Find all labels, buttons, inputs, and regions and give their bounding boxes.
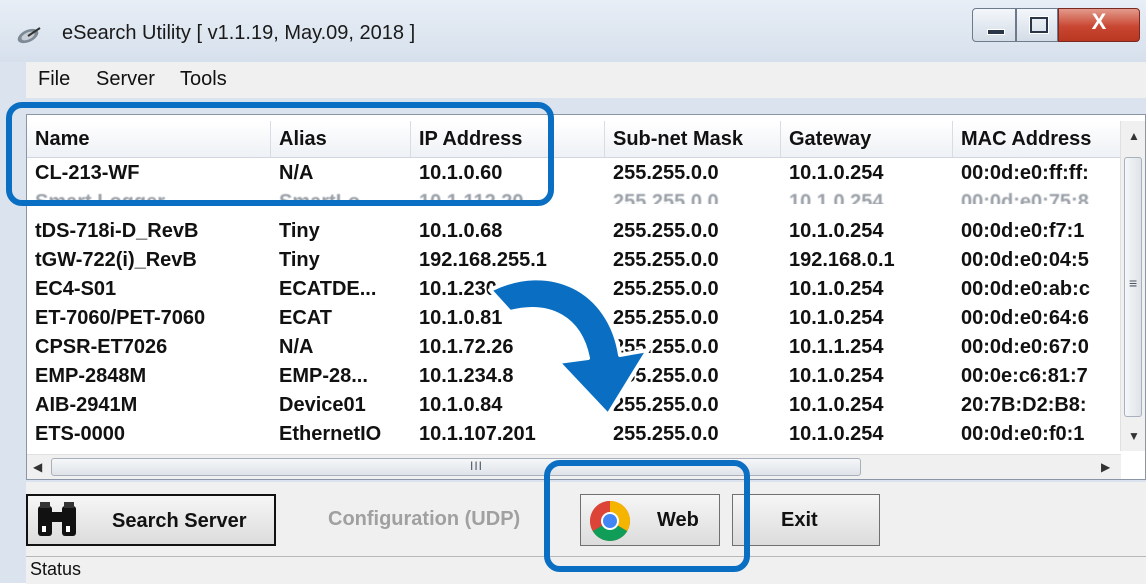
grip-icon: ≡	[1129, 275, 1138, 291]
table-cell: 10.1.0.254	[789, 191, 884, 213]
menu-bar: File Server Tools	[26, 62, 1146, 98]
table-cell: EMP-2848M	[35, 365, 147, 387]
table-cell: 00:0d:e0:ff:ff:	[961, 162, 1089, 184]
close-button[interactable]: X	[1058, 8, 1140, 42]
pointer-arrow-icon	[488, 276, 650, 417]
table-row[interactable]: ETS-0000 EthernetIO 10.1.107.201 255.255.0.…	[27, 420, 1121, 449]
table-cell: 10.1.0.254	[789, 365, 884, 387]
exit-label: Exit	[781, 509, 818, 531]
table-cell: 10.1.0.254	[789, 307, 884, 329]
scroll-right-arrow-icon[interactable]: ▶	[1101, 460, 1110, 474]
table-cell: 00:0d:e0:67:0	[961, 336, 1089, 358]
table-cell: 255.255.0.0	[613, 191, 719, 213]
menu-server[interactable]: Server	[96, 68, 155, 91]
menu-tools[interactable]: Tools	[180, 68, 227, 91]
table-cell: AIB-2941M	[35, 394, 138, 416]
highlight-web-button	[544, 460, 750, 572]
highlight-first-row	[6, 102, 554, 206]
vertical-scrollbar[interactable]: ▲ ≡ ▼	[1120, 121, 1145, 451]
satellite-dish-icon	[17, 27, 41, 44]
table-cell: 00:0d:e0:75:8	[961, 191, 1089, 213]
column-header-subnet[interactable]: Sub-net Mask	[605, 121, 781, 157]
table-cell: tDS-718i-D_RevB	[35, 220, 199, 242]
table-cell: 10.1.107.201	[419, 423, 536, 445]
configuration-button[interactable]: Configuration (UDP)	[290, 494, 540, 546]
table-cell: Tiny	[279, 249, 320, 271]
vertical-scroll-thumb[interactable]: ≡	[1124, 157, 1142, 417]
table-cell: EC4-S01	[35, 278, 117, 300]
table-row[interactable]: tDS-718i-D_RevB Tiny 10.1.0.68 255.255.0.0 1…	[27, 217, 1121, 246]
table-cell: Tiny	[279, 220, 320, 242]
table-cell: 20:7B:D2:B8:	[961, 394, 1087, 416]
column-header-gateway[interactable]: Gateway	[781, 121, 953, 157]
status-text: Status	[30, 559, 82, 579]
table-cell: 255.255.0.0	[613, 423, 719, 445]
column-header-mac[interactable]: MAC Address	[953, 121, 1121, 157]
table-cell: 10.1.0.254	[789, 278, 884, 300]
table-cell: 255.255.0.0	[613, 220, 719, 242]
maximize-button[interactable]	[1016, 8, 1058, 42]
table-cell: ECATDE...	[279, 278, 377, 300]
table-cell: 10.1.0.254	[789, 220, 884, 242]
table-cell: 00:0d:e0:64:6	[961, 307, 1089, 329]
minimize-button[interactable]	[972, 8, 1016, 42]
table-cell: EthernetIO	[279, 423, 382, 445]
search-server-label: Search Server	[112, 510, 247, 532]
search-server-button[interactable]: Search Server	[26, 494, 276, 546]
table-cell: 10.1.0.254	[789, 162, 884, 184]
table-cell: ETS-0000	[35, 423, 126, 445]
table-cell: 10.1.0.68	[419, 220, 503, 242]
menu-file[interactable]: File	[38, 68, 70, 91]
table-cell: EMP-28...	[279, 365, 368, 387]
table-cell: N/A	[279, 336, 314, 358]
window-title: eSearch Utility [ v1.1.19, May.09, 2018 …	[62, 22, 416, 44]
configuration-label: Configuration (UDP)	[328, 508, 521, 530]
table-cell: tGW-722(i)_RevB	[35, 249, 197, 271]
table-cell: 192.168.0.1	[789, 249, 895, 271]
maximize-icon	[1030, 17, 1048, 33]
table-cell: 00:0e:c6:81:7	[961, 365, 1088, 387]
minimize-icon	[987, 29, 1005, 35]
scroll-down-arrow-icon[interactable]: ▼	[1128, 429, 1140, 443]
scroll-left-arrow-icon[interactable]: ◀	[33, 460, 42, 474]
table-cell: 00:0d:e0:ab:c	[961, 278, 1090, 300]
table-cell: 255.255.0.0	[613, 162, 719, 184]
table-cell: 00:0d:e0:f7:1	[961, 220, 1085, 242]
table-cell: 10.1.0.254	[789, 394, 884, 416]
table-cell: CPSR-ET7026	[35, 336, 168, 358]
binoculars-icon	[38, 502, 76, 536]
table-cell: ET-7060/PET-7060	[35, 307, 206, 329]
table-cell: 00:0d:e0:04:5	[961, 249, 1089, 271]
table-cell: 10.1.0.254	[789, 423, 884, 445]
table-cell: 10.1.1.254	[789, 336, 884, 358]
table-cell: 00:0d:e0:f0:1	[961, 423, 1085, 445]
table-cell: Device01	[279, 394, 366, 416]
table-cell: ECAT	[279, 307, 332, 329]
title-bar: eSearch Utility [ v1.1.19, May.09, 2018 …	[0, 0, 1146, 62]
scroll-up-arrow-icon[interactable]: ▲	[1128, 129, 1140, 143]
close-icon: X	[1091, 9, 1107, 34]
exit-button[interactable]: Exit	[732, 494, 880, 546]
grip-icon: III	[470, 459, 484, 473]
